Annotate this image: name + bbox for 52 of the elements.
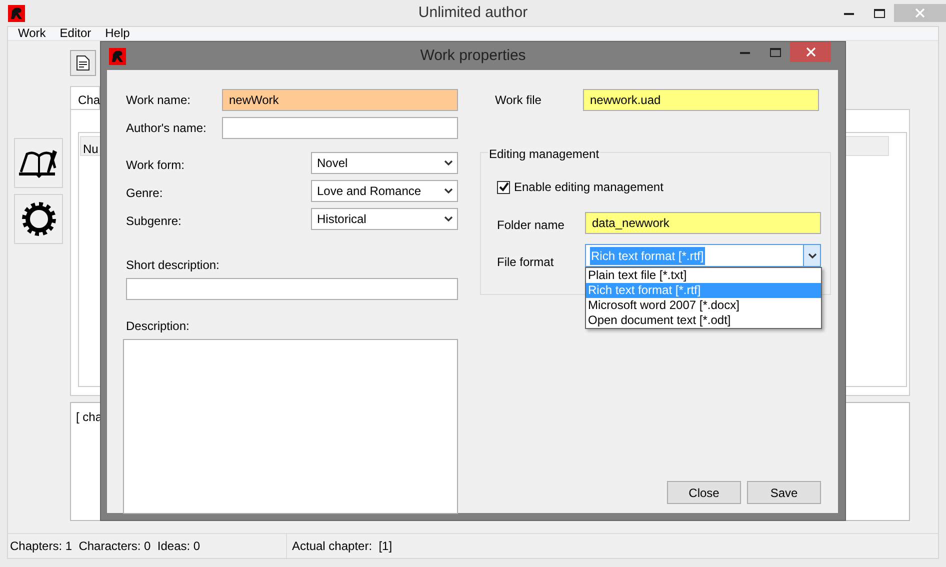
field-label: Work file <box>495 92 542 109</box>
book-icon <box>18 148 58 178</box>
settings-button[interactable] <box>14 194 63 244</box>
field-label: Folder name <box>497 217 566 234</box>
text-field[interactable]: newwork.uad <box>583 89 819 111</box>
checkbox[interactable] <box>497 180 510 194</box>
field-label: Description: <box>126 318 190 335</box>
chevron-icon <box>808 252 816 258</box>
text-field[interactable] <box>222 117 458 139</box>
menu-item[interactable]: Help <box>98 27 137 40</box>
text-field[interactable]: data_newwork <box>585 212 821 234</box>
text-field[interactable] <box>126 278 458 300</box>
field-label: Genre: <box>126 185 164 202</box>
text-field[interactable]: newWork <box>222 89 458 111</box>
close-icon <box>915 8 925 18</box>
checkbox-label: Enable editing management <box>514 179 664 196</box>
dropdown[interactable]: Historical <box>311 208 458 230</box>
menu-item[interactable]: Work <box>11 27 53 40</box>
dropdown-option[interactable]: Open document text [*.odt] <box>586 313 821 328</box>
status-text: Chapters: 1 Characters: 0 Ideas: 0 <box>10 538 200 555</box>
app-logo-icon <box>109 48 126 64</box>
chevron-icon <box>444 188 453 194</box>
new-document-button[interactable] <box>70 50 96 76</box>
minimize-icon <box>844 12 854 14</box>
maximize-icon <box>874 8 884 18</box>
document-icon <box>76 55 90 71</box>
field-label: Work name: <box>126 92 192 109</box>
dropdown-option[interactable]: Plain text file [*.txt] <box>586 268 821 283</box>
close-button[interactable] <box>790 42 831 62</box>
dialog-button[interactable]: Save <box>747 481 821 504</box>
minimize-icon <box>740 50 750 54</box>
dropdown-option[interactable]: Microsoft word 2007 [*.docx] <box>586 298 821 313</box>
dropdown[interactable]: Love and Romance <box>311 180 458 202</box>
field-label: File format <box>497 254 555 271</box>
dropdown[interactable]: Novel <box>311 152 458 174</box>
app-logo-icon <box>8 4 25 22</box>
field-label: Work form: <box>126 157 186 174</box>
chevron-icon <box>444 160 453 166</box>
dialog-button[interactable]: Close <box>667 481 741 504</box>
menu-item[interactable]: Editor <box>52 27 98 40</box>
status-text: Actual chapter: [1] <box>291 538 392 555</box>
window-title: Unlimited author <box>418 4 528 21</box>
book-button[interactable] <box>14 138 63 188</box>
close-icon <box>806 47 816 57</box>
field-label: Author's name: <box>126 120 208 137</box>
chevron-icon <box>444 216 453 222</box>
tab[interactable]: Cha <box>70 86 100 109</box>
gear-icon <box>20 200 58 238</box>
field-label: Short description: <box>126 257 220 274</box>
maximize-icon <box>770 48 780 56</box>
field-label: Subgenre: <box>126 213 182 230</box>
dialog-title: Work properties <box>420 46 526 64</box>
